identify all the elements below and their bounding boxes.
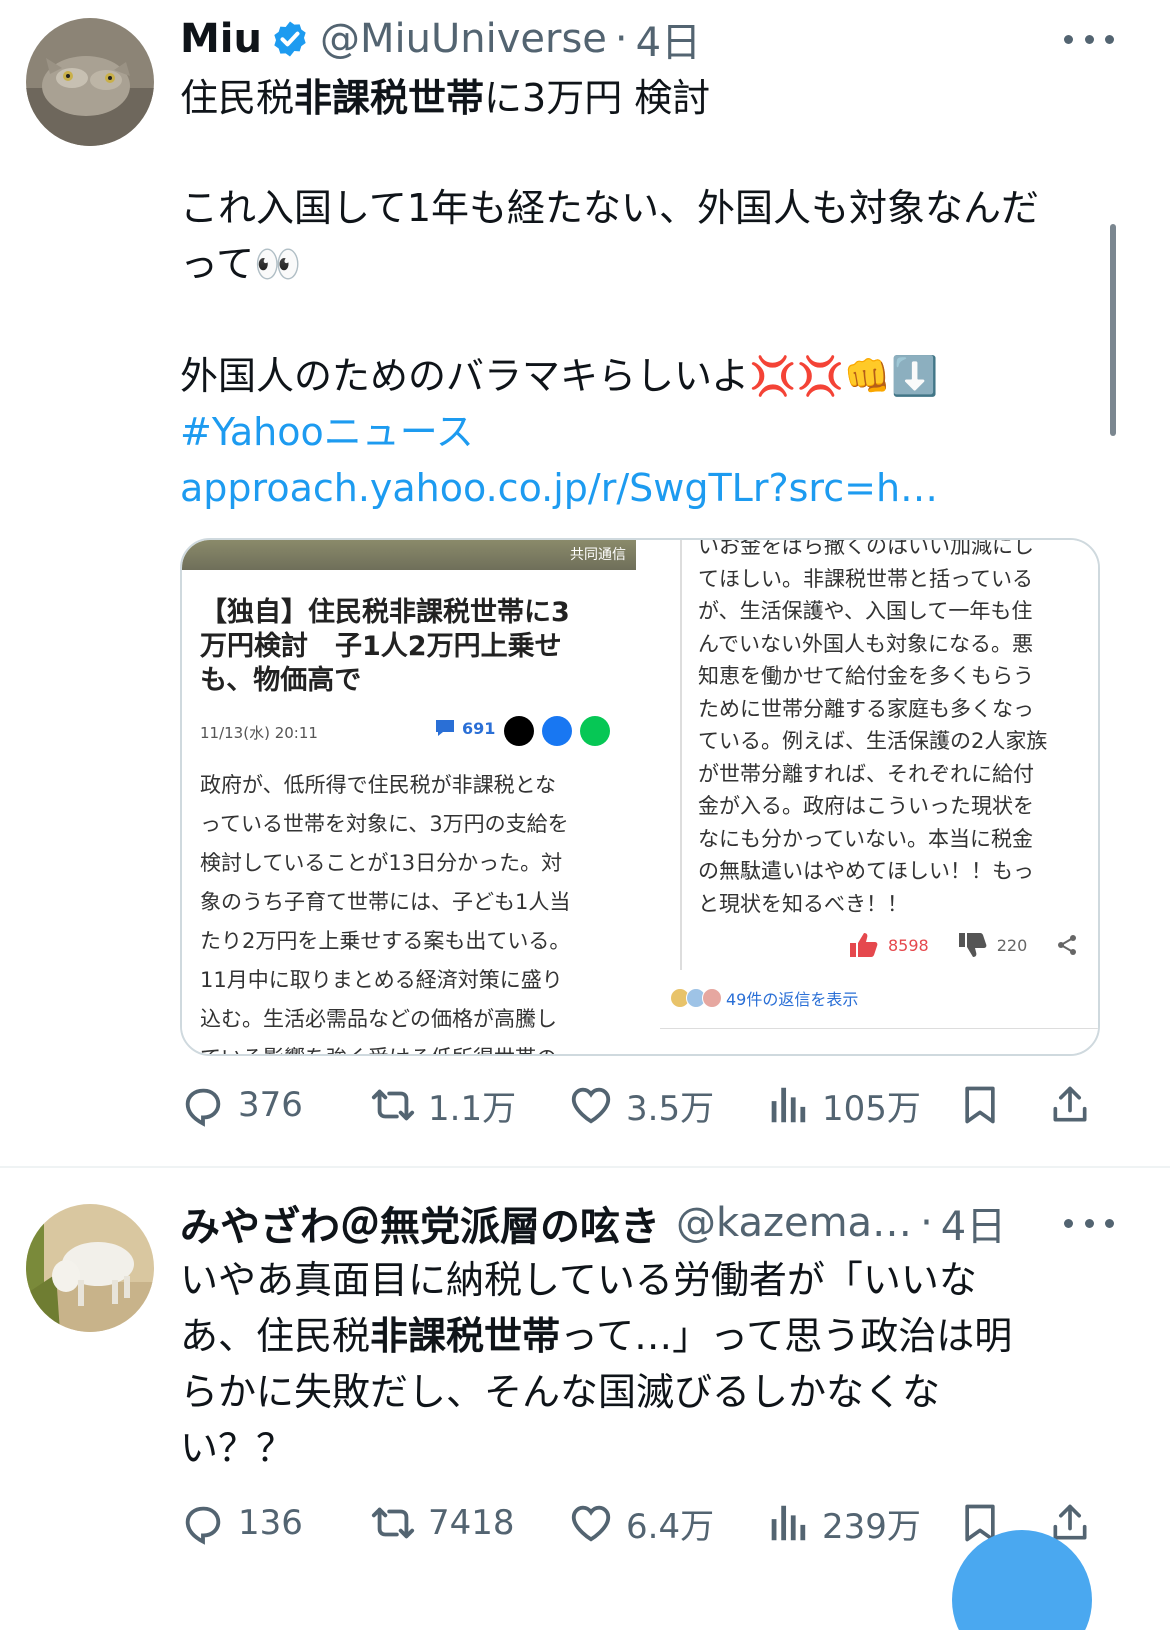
tweet-actions: 376 1.1万 3.5万 105万	[180, 1080, 1120, 1130]
thumbs-up-icon	[850, 933, 878, 957]
tweet-header: みやざわ＠無党派層の呟き @kazema… · 4日	[180, 1198, 1006, 1250]
tweet-text-line1: 住民税非課税世帯に3万円 検討	[180, 76, 711, 120]
separator-dot: ·	[614, 16, 628, 62]
comment-share-icon	[1058, 935, 1077, 955]
tweet-text-line2: あ、住民税非課税世帯って…」って思う政治は明	[180, 1314, 1013, 1358]
tweet-text-line1: いやあ真面目に納税している労働者が「いいな	[180, 1258, 977, 1302]
avatar-miyazawa[interactable]	[26, 1204, 154, 1332]
share-icon	[1053, 1086, 1087, 1122]
article-body: 政府が、低所得で住民税が非課税とな っている世帯を対象に、3万円の支給を 検討し…	[200, 773, 571, 1054]
goat-avatar-image	[26, 1204, 154, 1332]
views-icon	[771, 1505, 806, 1541]
article-title: 【独自】住民税非課税世帯に3 万円検討 子1人2万円上乗せ も、物価高で	[200, 597, 570, 696]
like-icon	[571, 1087, 611, 1124]
article-screenshot: 共同通信 【独自】住民税非課税世帯に3 万円検討 子1人2万円上乗せ も、物価高…	[182, 540, 636, 1054]
views-button[interactable]: 105万	[764, 1081, 921, 1130]
tweet-header: Miu @MiuUniverse · 4日	[180, 14, 701, 66]
author-handle[interactable]: @kazema…	[676, 1200, 912, 1246]
photo-caption: 共同通信	[570, 547, 626, 563]
verified-badge-icon	[274, 21, 306, 57]
retweet-icon	[371, 1089, 415, 1121]
reply-button[interactable]: 136	[180, 1500, 303, 1546]
comment-bubble-icon	[436, 720, 454, 736]
reply-icon	[185, 1506, 221, 1545]
reply-icon	[185, 1088, 221, 1127]
like-button[interactable]: 6.4万	[568, 1499, 714, 1548]
avatar-miu[interactable]	[26, 18, 154, 146]
more-icon[interactable]	[1064, 1208, 1114, 1238]
author-name[interactable]: Miu	[180, 16, 262, 62]
scrollbar[interactable]	[1110, 224, 1116, 436]
facebook-share-icon	[542, 716, 572, 746]
article-comment-count: 691	[434, 718, 495, 738]
comment-separator	[660, 1028, 1098, 1029]
tweet-actions: 136 7418 6.4万 239万	[180, 1498, 1120, 1548]
like-icon	[571, 1505, 611, 1542]
comment-reactions: 8598 220	[848, 932, 1079, 958]
thread-line	[680, 540, 682, 970]
author-name[interactable]: みやざわ＠無党派層の呟き	[180, 1194, 660, 1252]
retweet-button[interactable]: 1.1万	[370, 1081, 516, 1130]
line-share-icon	[580, 716, 610, 746]
retweet-button[interactable]: 7418	[370, 1500, 515, 1546]
tweet-miu[interactable]: Miu @MiuUniverse · 4日 住民税非課税世帯に3万円 検討 これ…	[0, 0, 1170, 1166]
share-button[interactable]	[1048, 1083, 1104, 1127]
author-handle[interactable]: @MiuUniverse	[320, 16, 607, 62]
views-icon	[771, 1087, 806, 1123]
reply-button[interactable]: 376	[180, 1082, 303, 1128]
url-link[interactable]: approach.yahoo.co.jp/r/SwgTLr?src=h…	[180, 460, 938, 516]
like-button[interactable]: 3.5万	[568, 1081, 714, 1130]
bookmark-button[interactable]	[958, 1083, 1014, 1127]
more-icon[interactable]	[1064, 24, 1114, 54]
cat-avatar-image	[26, 18, 154, 146]
media-divider	[636, 540, 660, 1054]
timestamp[interactable]: 4日	[636, 10, 701, 68]
article-photo: 共同通信	[182, 540, 636, 570]
views-button[interactable]: 239万	[764, 1499, 921, 1548]
tweet-text-line3: らかに失敗だし、そんな国滅びるしかなくな	[180, 1370, 941, 1414]
timestamp[interactable]: 4日	[941, 1194, 1006, 1252]
tweet-text-line4: い？？	[180, 1426, 295, 1470]
comment-replies-link: 49件の返信を表示	[670, 986, 858, 1010]
bookmark-icon	[965, 1086, 995, 1124]
hashtag-link[interactable]: #Yahooニュース	[180, 404, 474, 460]
tweet-text-line4: 外国人のためのバラマキらしいよ💢💢👊⬇️	[180, 354, 939, 398]
thumbs-down-icon	[958, 933, 987, 957]
comment-screenshot: いお金をばら撒くのはいい加減にし てほしい。非課税世帯と括っている が、生活保護…	[660, 538, 1098, 1054]
tweet-text-line3: って👀	[180, 242, 302, 286]
tweet-text-line2: これ入国して1年も経たない、外国人も対象なんだ	[180, 186, 1040, 230]
x-share-icon	[504, 716, 534, 746]
article-share-icons	[504, 716, 610, 746]
retweet-icon	[371, 1507, 415, 1539]
tweet-media-image[interactable]: 共同通信 【独自】住民税非課税世帯に3 万円検討 子1人2万円上乗せ も、物価高…	[180, 538, 1100, 1056]
article-date: 11/13(水) 20:11	[200, 724, 318, 742]
comment-body: いお金をばら撒くのはいい加減にし てほしい。非課税世帯と括っている が、生活保護…	[698, 538, 1048, 916]
separator-dot: ·	[920, 1200, 933, 1246]
